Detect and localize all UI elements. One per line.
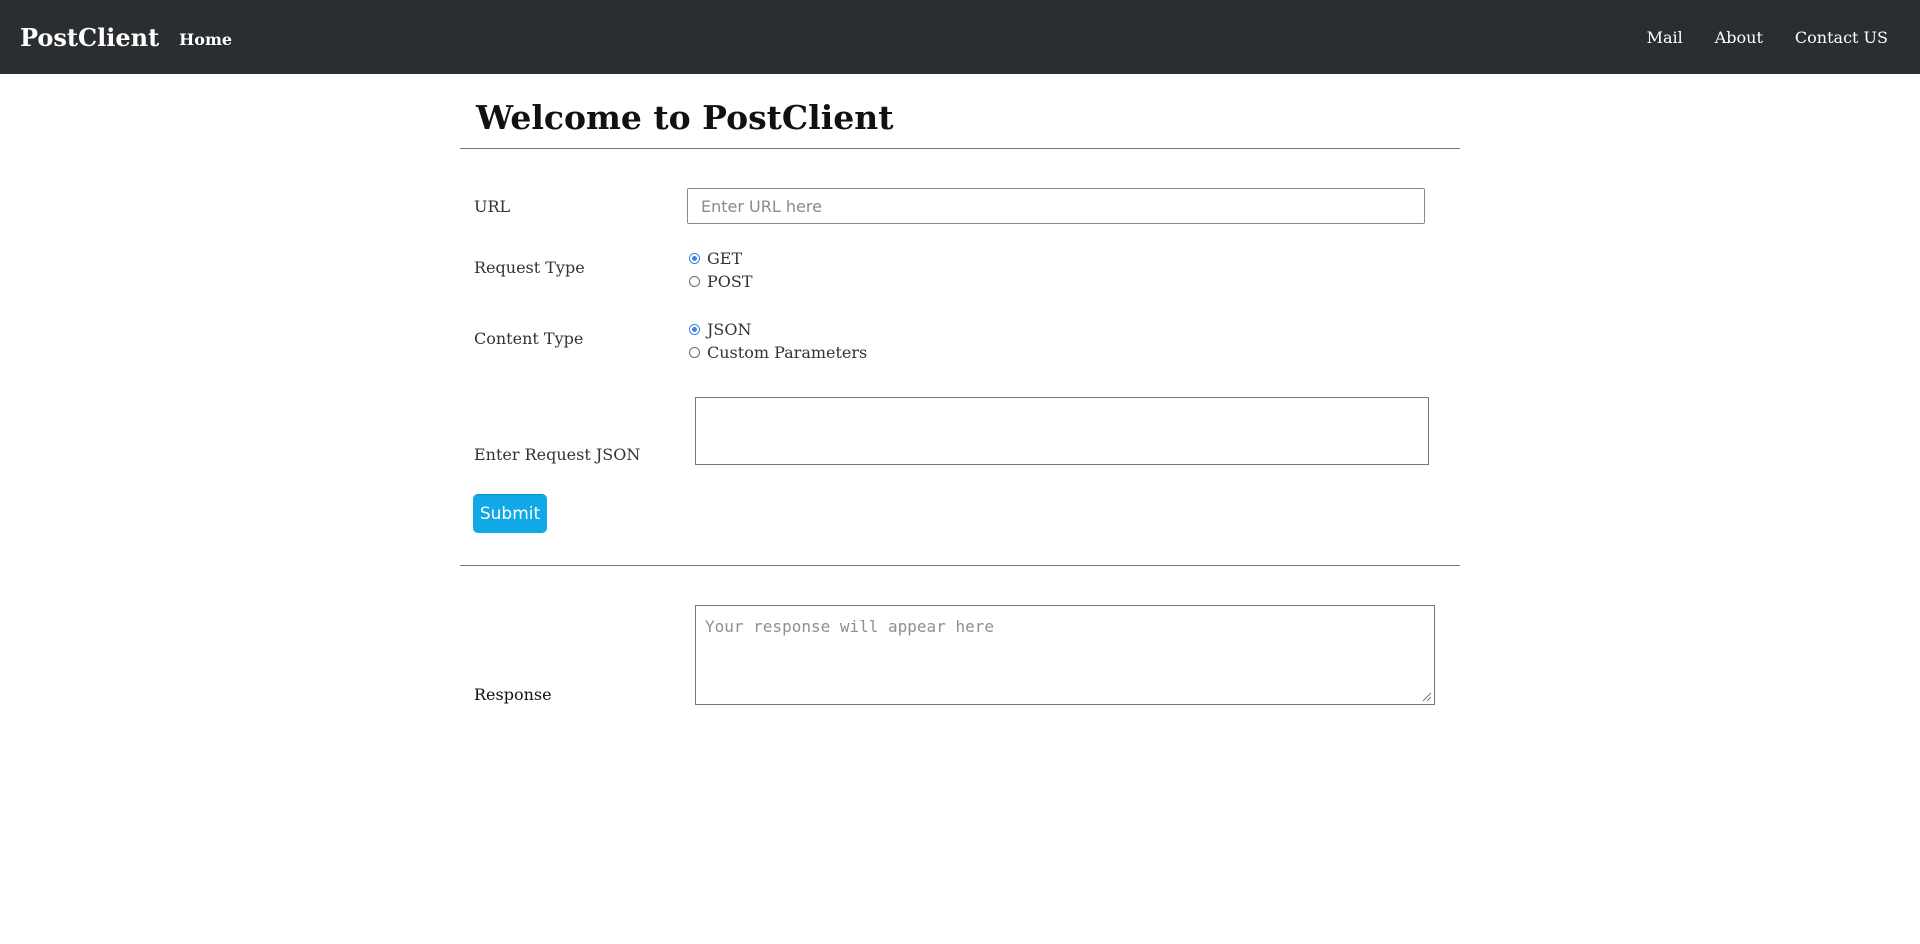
response-divider [460,565,1460,566]
nav-home-link[interactable]: Home [179,30,232,49]
radio-post[interactable]: POST [689,272,753,291]
content-type-label: Content Type [474,329,584,348]
nav-mail-link[interactable]: Mail [1647,28,1683,47]
radio-json-indicator[interactable] [689,324,700,335]
page-title: Welcome to PostClient [476,98,894,137]
nav-about-link[interactable]: About [1715,28,1763,47]
radio-get[interactable]: GET [689,249,742,268]
radio-json-label: JSON [707,320,752,339]
brand-logo[interactable]: PostClient [20,23,159,52]
submit-button[interactable]: Submit [473,494,547,533]
radio-custom-parameters-label: Custom Parameters [707,343,868,362]
url-input[interactable] [687,188,1425,224]
radio-json[interactable]: JSON [689,320,752,339]
radio-get-indicator[interactable] [689,253,700,264]
radio-post-label: POST [707,272,753,291]
radio-post-indicator[interactable] [689,276,700,287]
url-label: URL [474,197,511,216]
radio-custom-parameters-indicator[interactable] [689,347,700,358]
title-divider [460,148,1460,149]
radio-custom-parameters[interactable]: Custom Parameters [689,343,867,362]
resize-handle-icon[interactable] [1421,691,1432,702]
response-label: Response [474,685,552,704]
request-json-label: Enter Request JSON [474,445,641,464]
top-navbar: PostClient Home Mail About Contact US [0,0,1920,74]
request-json-input[interactable] [695,397,1429,465]
nav-right-links: Mail About Contact US [1647,0,1888,74]
request-type-label: Request Type [474,258,585,277]
radio-get-label: GET [707,249,743,268]
nav-contact-link[interactable]: Contact US [1795,28,1888,47]
response-output[interactable] [695,605,1435,705]
